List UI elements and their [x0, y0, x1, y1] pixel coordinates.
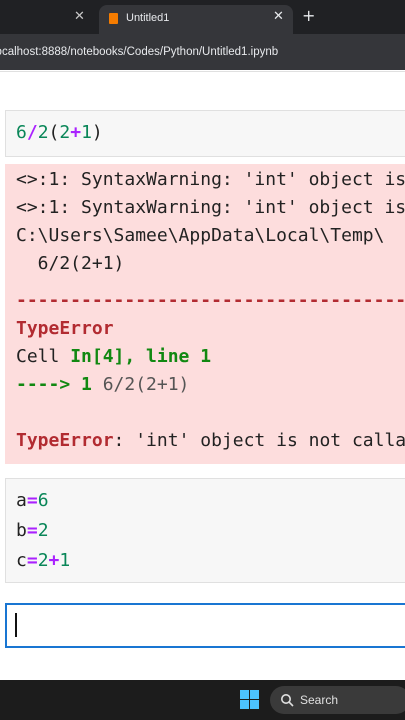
search-label: Search — [300, 693, 339, 707]
output-line: 6/2(2+1) — [16, 253, 125, 274]
url-text[interactable]: localhost:8888/notebooks/Codes/Python/Un… — [0, 45, 278, 59]
code-line: b=2 — [16, 520, 49, 541]
search-icon — [281, 694, 294, 707]
traceback-separator: ----------------------------------------… — [16, 290, 405, 311]
close-tab-icon[interactable]: ✕ — [74, 9, 85, 25]
windows-logo-icon[interactable] — [240, 690, 259, 709]
error-name: TypeError — [16, 318, 114, 339]
traceback-code: ----> 1 6/2(2+1) — [16, 374, 190, 395]
tab-untitled1[interactable]: Untitled1 ✕ — [99, 5, 293, 34]
notebook-page: 6/2(2+1) <>:1: SyntaxWarning: 'int' obje… — [0, 70, 405, 680]
error-output: <>:1: SyntaxWarning: 'int' object is not… — [5, 164, 405, 464]
traceback-location: Cell In[4], line 1 — [16, 346, 212, 367]
taskbar-search[interactable]: Search — [270, 686, 405, 714]
code-cell[interactable]: a=6 b=2 c=2+1 — [5, 478, 405, 583]
output-line: C:\Users\Samee\AppData\Local\Temp\ — [16, 225, 385, 246]
error-message: TypeError: 'int' object is not callable — [16, 430, 405, 451]
active-code-cell[interactable] — [5, 603, 405, 648]
taskbar: Search — [0, 680, 405, 720]
code-line: 6/2(2+1) — [16, 122, 103, 143]
code-line: a=6 — [16, 490, 49, 511]
browser-tab-bar: ✕ Untitled1 ✕ + — [0, 0, 405, 34]
close-tab-icon[interactable]: ✕ — [273, 9, 284, 25]
tab-title: Untitled1 — [126, 12, 170, 24]
new-tab-icon[interactable]: + — [302, 7, 315, 25]
notebook-icon — [109, 13, 118, 24]
toolbar-divider — [0, 71, 405, 72]
output-line: <>:1: SyntaxWarning: 'int' object is not… — [16, 197, 405, 218]
code-cell[interactable]: 6/2(2+1) — [5, 110, 405, 157]
address-bar[interactable]: localhost:8888/notebooks/Codes/Python/Un… — [0, 34, 405, 70]
text-cursor — [15, 613, 17, 637]
code-line: c=2+1 — [16, 550, 71, 571]
output-line: <>:1: SyntaxWarning: 'int' object is not… — [16, 169, 405, 190]
